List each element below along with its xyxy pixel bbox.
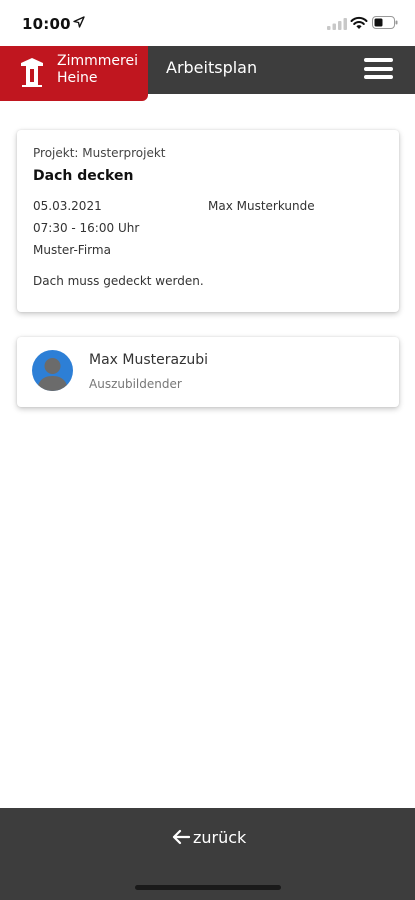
person-role: Auszubildender bbox=[89, 377, 182, 391]
signal-icon bbox=[327, 18, 347, 30]
task-company: Muster-Firma bbox=[33, 243, 111, 257]
back-label: zurück bbox=[193, 827, 247, 847]
home-indicator bbox=[135, 885, 281, 890]
battery-icon bbox=[372, 16, 398, 29]
page-title: Arbeitsplan bbox=[166, 58, 258, 77]
brand-name-line1: Zimmmerei bbox=[57, 53, 138, 69]
location-arrow-icon bbox=[73, 16, 85, 28]
brand-name-line2: Heine bbox=[57, 70, 98, 86]
avatar bbox=[32, 350, 73, 391]
menu-line bbox=[364, 58, 393, 62]
carpentry-logo-icon bbox=[21, 58, 43, 87]
wifi-icon bbox=[350, 16, 368, 29]
person-icon bbox=[37, 358, 68, 391]
task-time: 07:30 - 16:00 Uhr bbox=[33, 221, 140, 235]
arrow-left-icon bbox=[172, 829, 190, 845]
brand-name: Zimmmerei Heine bbox=[57, 53, 138, 87]
task-title: Dach decken bbox=[33, 168, 134, 184]
person-name: Max Musterazubi bbox=[89, 352, 209, 368]
task-date: 05.03.2021 bbox=[33, 199, 102, 213]
task-customer: Max Musterkunde bbox=[208, 199, 315, 213]
brand-logo-block[interactable]: Zimmmerei Heine bbox=[0, 46, 148, 101]
menu-line bbox=[364, 66, 393, 71]
status-time: 10:00 bbox=[22, 15, 71, 33]
back-button[interactable]: zurück bbox=[172, 826, 246, 848]
person-card[interactable]: Max Musterazubi Auszubildender bbox=[17, 337, 399, 407]
project-label: Projekt: Musterprojekt bbox=[33, 146, 166, 160]
task-description: Dach muss gedeckt werden. bbox=[33, 274, 204, 288]
project-card[interactable]: Projekt: Musterprojekt Dach decken 05.03… bbox=[17, 130, 399, 312]
status-bar: 10:00 bbox=[0, 0, 415, 46]
hamburger-menu-icon[interactable] bbox=[364, 58, 395, 82]
menu-line bbox=[364, 75, 393, 79]
